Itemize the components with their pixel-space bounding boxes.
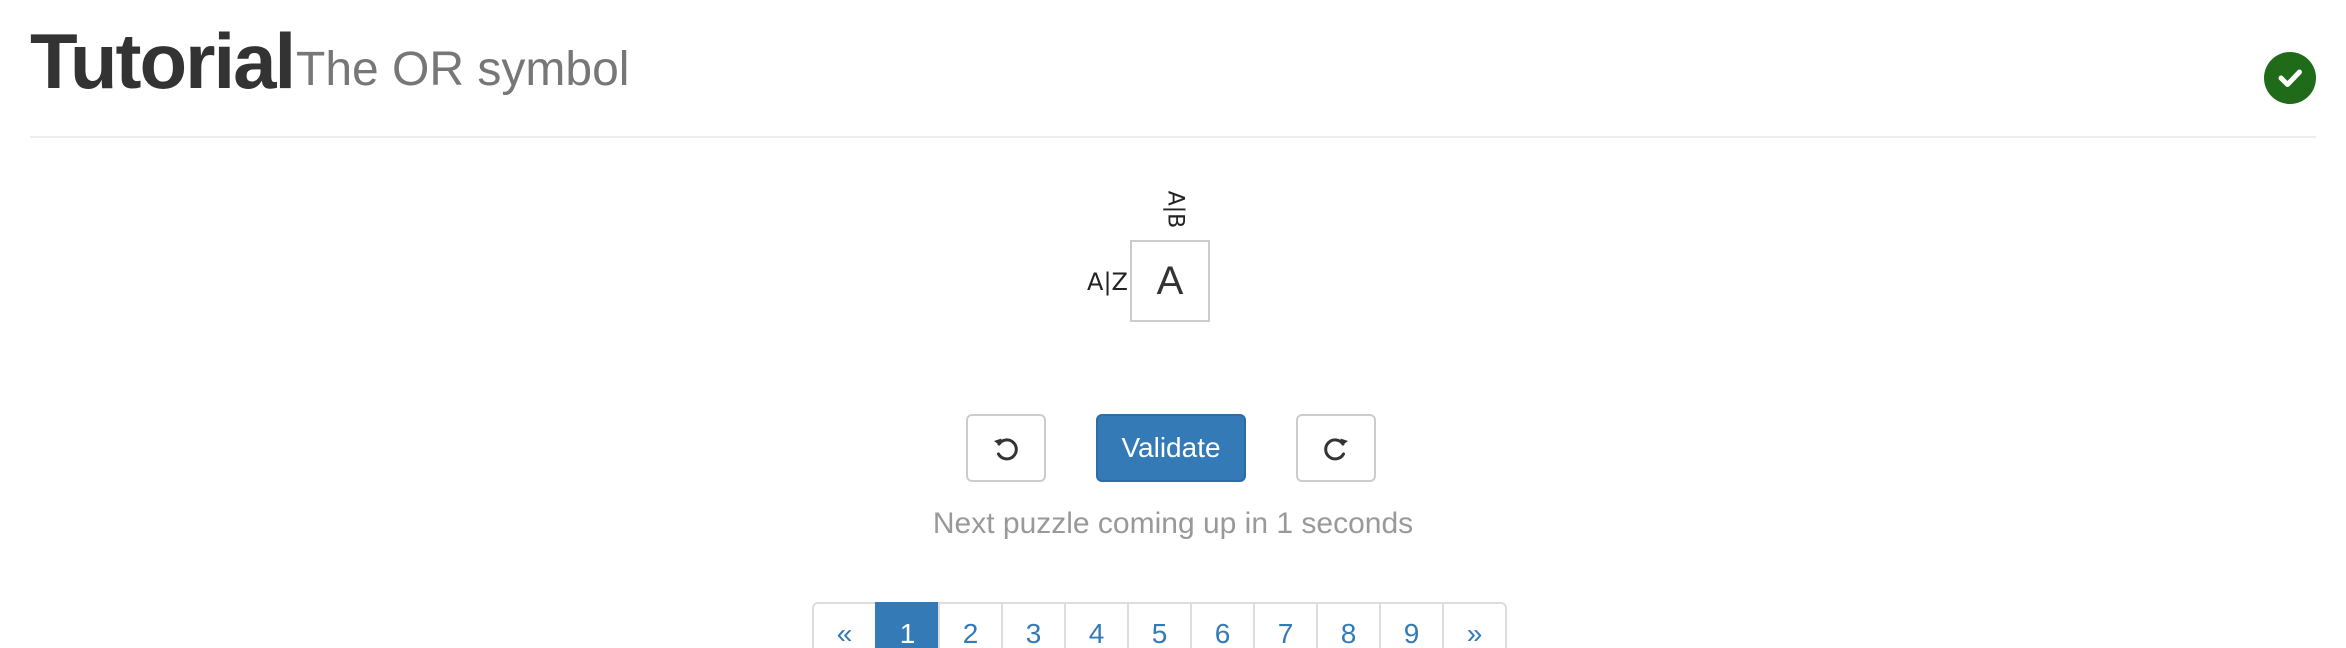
pagination-page-5[interactable]: 5 (1127, 602, 1192, 648)
pagination-page-2[interactable]: 2 (938, 602, 1003, 648)
pagination-page-6[interactable]: 6 (1190, 602, 1255, 648)
redo-icon (1324, 438, 1348, 461)
pagination-prev[interactable]: « (812, 602, 877, 648)
redo-button[interactable] (1296, 414, 1376, 482)
puzzle-pagination: « 1 2 3 4 5 6 7 8 9 » (812, 602, 1507, 648)
column-clue: A|B (1152, 186, 1198, 232)
pagination-page-1[interactable]: 1 (875, 602, 940, 648)
pagination-page-3[interactable]: 3 (1001, 602, 1066, 648)
pagination-next[interactable]: » (1442, 602, 1507, 648)
page-title: Tutorial (30, 17, 296, 105)
pagination-page-8[interactable]: 8 (1316, 602, 1381, 648)
undo-icon (994, 438, 1018, 461)
pagination-page-9[interactable]: 9 (1379, 602, 1444, 648)
pagination-page-7[interactable]: 7 (1253, 602, 1318, 648)
check-circle-icon (2264, 52, 2316, 104)
pagination-page-4[interactable]: 4 (1064, 602, 1129, 648)
puzzle-page: Tutorial The OR symbol A|B A|Z A Validat… (0, 0, 2346, 648)
column-clue-text: A|B (1162, 190, 1188, 228)
grid-cell[interactable]: A (1130, 240, 1210, 322)
row-clue: A|Z (1087, 268, 1128, 296)
undo-button[interactable] (966, 414, 1046, 482)
check-mark-icon (2278, 69, 2302, 87)
validate-button[interactable]: Validate (1096, 414, 1246, 482)
page-subtitle: The OR symbol (296, 43, 630, 96)
page-header: Tutorial The OR symbol (30, 0, 2316, 138)
countdown-status: Next puzzle coming up in 1 seconds (932, 507, 1414, 540)
